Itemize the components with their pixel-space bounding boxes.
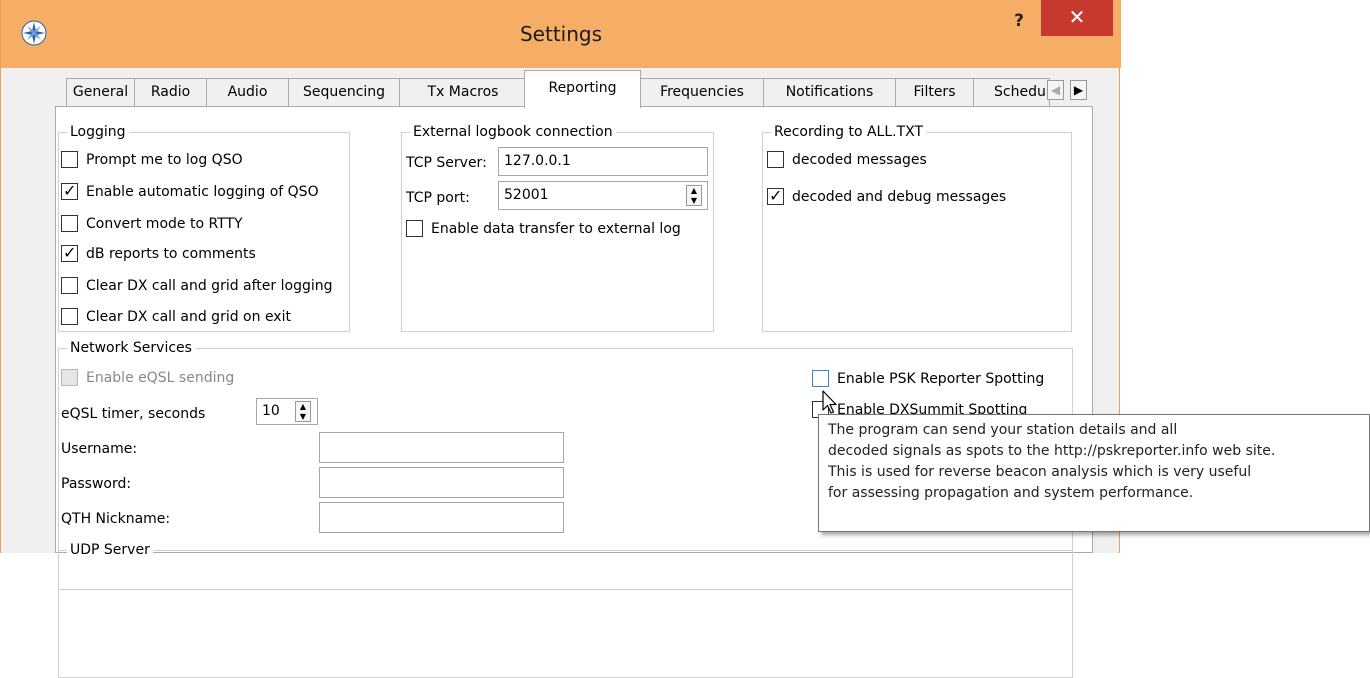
decoded-messages-box[interactable]	[767, 151, 784, 168]
data-transfer-box[interactable]	[406, 220, 423, 237]
tab-notifications[interactable]: Notifications	[763, 78, 896, 106]
db-reports-box[interactable]	[61, 243, 78, 263]
window-title: Settings	[519, 22, 603, 46]
qth-nickname-input[interactable]	[319, 502, 564, 533]
psk-reporter-tooltip: The program can send your station detail…	[818, 414, 1370, 532]
tcp-server-label: TCP Server:	[406, 155, 487, 171]
external-logbook-title: External logbook connection	[410, 123, 616, 141]
psk-reporter-label: Enable PSK Reporter Spotting	[837, 371, 1045, 387]
tcp-server-input[interactable]: 127.0.0.1	[498, 147, 708, 176]
title-bar[interactable]: Settings ? ✕	[1, 0, 1121, 68]
tab-general[interactable]: General	[66, 78, 135, 106]
auto-logging-label: Enable automatic logging of QSO	[86, 184, 319, 200]
prompt-log-qso-box[interactable]	[61, 151, 78, 168]
password-label: Password:	[61, 476, 132, 492]
username-label: Username:	[61, 441, 138, 457]
username-input[interactable]	[319, 432, 564, 463]
eqsl-timer-spin-arrows-icon[interactable]: ▲ ▼	[295, 401, 311, 422]
tooltip-line: The program can send your station detail…	[828, 422, 1178, 438]
eqsl-sending-label: Enable eQSL sending	[86, 370, 235, 386]
udp-server-title: UDP Server	[67, 541, 153, 559]
decoded-messages-label: decoded messages	[792, 152, 927, 168]
tcp-port-spin-arrows-icon[interactable]: ▲ ▼	[686, 185, 702, 206]
tab-schedule[interactable]: Schedu	[973, 78, 1050, 106]
auto-logging-box[interactable]	[61, 181, 78, 201]
tab-reporting[interactable]: Reporting	[524, 70, 641, 108]
psk-reporter-box[interactable]	[812, 370, 829, 387]
db-reports-label: dB reports to comments	[86, 246, 256, 262]
tooltip-line: This is used for reverse beacon analysis…	[828, 464, 1252, 480]
clear-dx-on-exit-box[interactable]	[61, 308, 78, 325]
tab-tx-macros[interactable]: Tx Macros	[399, 78, 527, 106]
help-button[interactable]: ?	[1005, 8, 1033, 34]
clear-dx-after-logging-box[interactable]	[61, 277, 78, 294]
password-input[interactable]	[319, 467, 564, 498]
tab-sequencing[interactable]: Sequencing	[288, 78, 400, 106]
data-transfer-label: Enable data transfer to external log	[431, 221, 681, 237]
logging-group-title: Logging	[67, 123, 129, 141]
tab-filters[interactable]: Filters	[895, 78, 974, 106]
clear-dx-on-exit-label: Clear DX call and grid on exit	[86, 309, 291, 325]
qth-nickname-label: QTH Nickname:	[61, 511, 171, 527]
tcp-port-spinbox[interactable]: 52001	[498, 181, 708, 210]
network-services-title: Network Services	[67, 339, 195, 357]
convert-rtty-label: Convert mode to RTTY	[86, 216, 243, 232]
decoded-debug-label: decoded and debug messages	[792, 189, 1007, 205]
tab-audio[interactable]: Audio	[206, 78, 289, 106]
convert-rtty-box[interactable]	[61, 215, 78, 232]
tab-scroll-left-icon[interactable]: ◀	[1047, 80, 1064, 100]
tab-scroll-right-icon[interactable]: ▶	[1070, 80, 1087, 100]
tab-radio[interactable]: Radio	[134, 78, 207, 106]
eqsl-timer-label: eQSL timer, seconds	[61, 406, 206, 422]
prompt-log-qso-label: Prompt me to log QSO	[86, 152, 243, 168]
recording-group-title: Recording to ALL.TXT	[771, 123, 927, 141]
tooltip-line: decoded signals as spots to the http://p…	[828, 443, 1276, 459]
decoded-debug-box[interactable]	[767, 186, 784, 206]
tooltip-line: for assessing propagation and system per…	[828, 485, 1194, 501]
eqsl-sending-box[interactable]	[61, 369, 78, 386]
udp-server-group: UDP Server	[58, 541, 1073, 590]
tab-frequencies[interactable]: Frequencies	[640, 78, 764, 106]
mouse-cursor-icon	[822, 390, 837, 414]
clear-dx-after-logging-label: Clear DX call and grid after logging	[86, 278, 333, 294]
tcp-port-label: TCP port:	[406, 190, 470, 206]
close-button[interactable]: ✕	[1041, 0, 1113, 36]
